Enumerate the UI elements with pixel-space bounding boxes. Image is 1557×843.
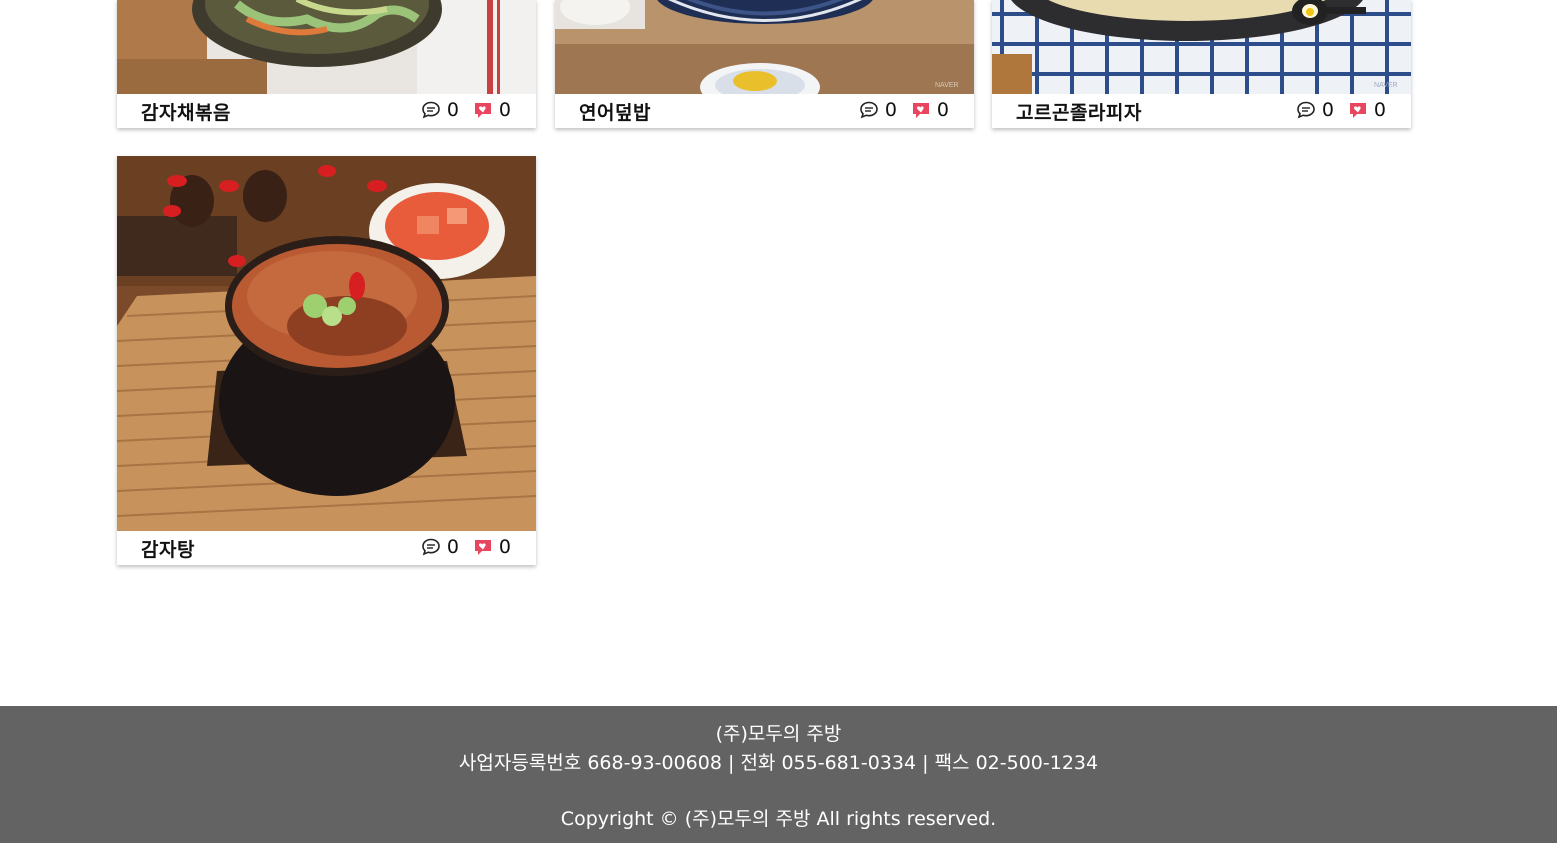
like-count: 0 [498, 536, 511, 558]
footer-business-info: 사업자등록번호 668-93-00608 | 전화 055-681-0334 |… [0, 748, 1557, 775]
like-count: 0 [1373, 99, 1386, 121]
footer-copyright: Copyright © (주)모두의 주방 All rights reserve… [560, 808, 997, 830]
heart-chat-icon[interactable] [473, 537, 493, 557]
comment-icon [860, 101, 878, 119]
recipe-card[interactable]: NAVER 고르곤졸라피자 0 0 [992, 0, 1411, 128]
comment-icon [1297, 101, 1315, 119]
recipe-photo[interactable] [117, 156, 536, 531]
comment-icon [422, 538, 440, 556]
separator: | [922, 752, 929, 774]
fax-label: 팩스 [934, 752, 970, 774]
recipe-title[interactable]: 감자탕 [141, 535, 195, 562]
heart-chat-icon[interactable] [1348, 100, 1368, 120]
recipe-image: NAVER [992, 0, 1411, 94]
biz-number: 668-93-00608 [587, 752, 722, 774]
recipe-info: 연어덮밥 0 0 [555, 94, 974, 128]
recipe-photo[interactable]: NAVER [555, 0, 974, 94]
recipe-stats: 0 0 [421, 99, 511, 121]
recipe-stats: 0 0 [421, 536, 511, 558]
recipe-title[interactable]: 고르곤졸라피자 [1016, 98, 1142, 125]
recipe-image [117, 0, 536, 94]
recipe-card[interactable]: 감자탕 0 0 [117, 156, 536, 565]
comment-count: 0 [446, 99, 459, 121]
footer-company-name: (주)모두의 주방 [715, 723, 842, 745]
recipe-title[interactable]: 감자채볶음 [141, 98, 231, 125]
svg-text:NAVER: NAVER [1374, 82, 1398, 89]
recipe-info: 감자탕 0 0 [117, 531, 536, 565]
phone-label: 전화 [740, 752, 776, 774]
recipe-card[interactable]: NAVER 연어덮밥 0 0 [555, 0, 974, 128]
recipe-title[interactable]: 연어덮밥 [579, 98, 651, 125]
comment-icon [422, 101, 440, 119]
site-footer: (주)모두의 주방 사업자등록번호 668-93-00608 | 전화 055-… [0, 706, 1557, 843]
recipe-image [117, 156, 536, 531]
recipe-stats: 0 0 [1296, 99, 1386, 121]
svg-text:NAVER: NAVER [935, 82, 959, 89]
recipe-card[interactable]: 감자채볶음 0 0 [117, 0, 536, 128]
recipe-info: 감자채볶음 0 0 [117, 94, 536, 128]
biz-label: 사업자등록번호 [458, 752, 582, 774]
separator: | [727, 752, 735, 774]
heart-chat-icon[interactable] [911, 100, 931, 120]
comment-count: 0 [1321, 99, 1334, 121]
recipe-photo[interactable]: NAVER [992, 0, 1411, 94]
recipe-image: NAVER [555, 0, 974, 94]
comment-count: 0 [446, 536, 459, 558]
recipe-info: 고르곤졸라피자 0 0 [992, 94, 1411, 128]
like-count: 0 [498, 99, 511, 121]
phone-number: 055-681-0334 [781, 752, 917, 774]
like-count: 0 [936, 99, 949, 121]
heart-chat-icon[interactable] [473, 100, 493, 120]
comment-count: 0 [884, 99, 897, 121]
recipe-photo[interactable] [117, 0, 536, 94]
fax-number: 02-500-1234 [975, 752, 1099, 774]
recipe-stats: 0 0 [859, 99, 949, 121]
page: 감자채볶음 0 0 NAVER 연어덮밥 0 0 NAVER 고르곤졸라피자 0… [0, 0, 1557, 843]
